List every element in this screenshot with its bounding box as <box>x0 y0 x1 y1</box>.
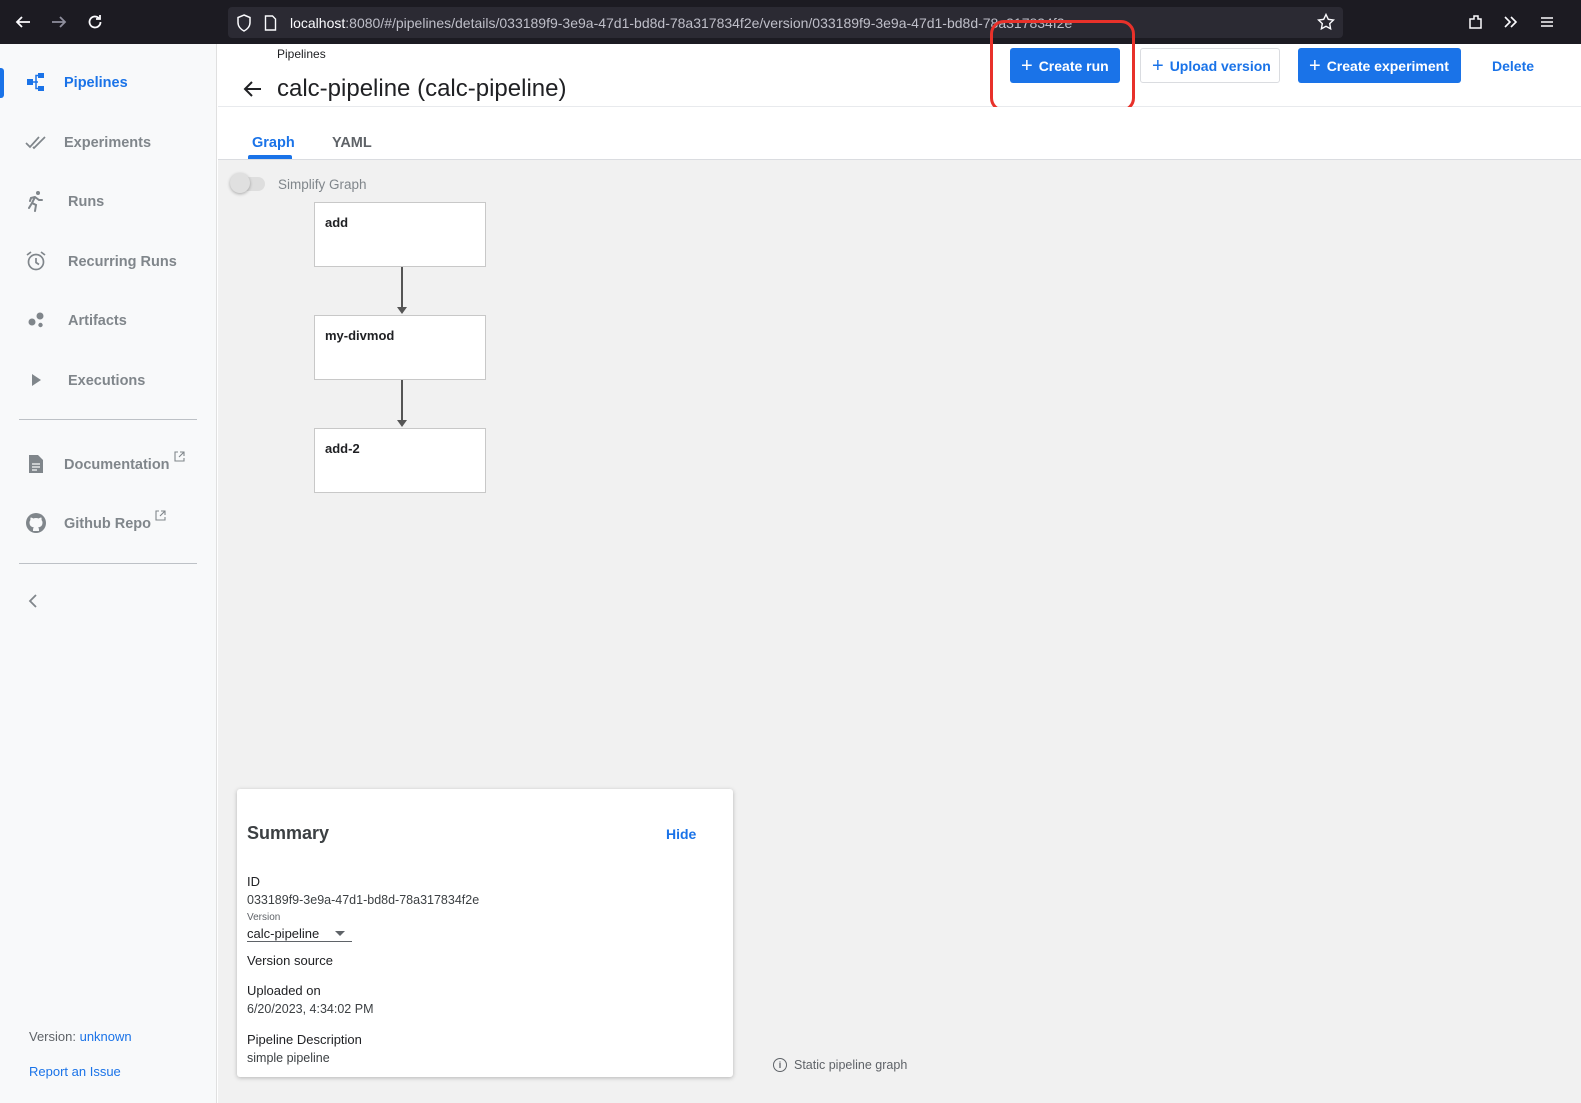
artifacts-icon <box>24 308 48 332</box>
sidebar: Pipelines Experiments Runs Recurring Run… <box>0 44 217 1103</box>
description-value: simple pipeline <box>247 1051 330 1065</box>
pipelines-icon <box>24 70 48 94</box>
back-icon[interactable] <box>11 10 35 34</box>
graph-edge <box>401 267 403 309</box>
summary-card: Summary Hide ID 033189f9-3e9a-47d1-bd8d-… <box>237 789 733 1077</box>
url-text: localhost:8080/#/pipelines/details/03318… <box>290 15 1073 31</box>
sidebar-divider <box>19 419 197 420</box>
overflow-chevrons-icon[interactable] <box>1499 10 1523 34</box>
plus-icon: + <box>1152 54 1164 77</box>
experiments-icon <box>24 130 48 154</box>
sidebar-divider <box>19 563 197 564</box>
simplify-graph-label: Simplify Graph <box>278 177 367 192</box>
graph-node-add-2[interactable]: add-2 <box>314 428 486 493</box>
breadcrumb[interactable]: Pipelines <box>277 47 326 61</box>
version-source-label: Version source <box>247 953 333 968</box>
sidebar-item-runs[interactable]: Runs <box>0 179 216 223</box>
plus-icon: + <box>1309 54 1321 77</box>
create-experiment-button[interactable]: + Create experiment <box>1298 48 1461 83</box>
graph-node-my-divmod[interactable]: my-divmod <box>314 315 486 380</box>
toggle-thumb[interactable] <box>230 173 250 193</box>
sidebar-item-label: Documentation <box>64 457 170 473</box>
back-arrow-icon[interactable] <box>242 78 264 100</box>
dropdown-caret-icon <box>335 931 345 936</box>
active-tab-indicator <box>248 155 292 159</box>
edge-arrow-icon <box>397 420 407 427</box>
graph-edge <box>401 380 403 422</box>
reload-icon[interactable] <box>83 10 107 34</box>
external-link-icon <box>174 451 185 465</box>
id-value: 033189f9-3e9a-47d1-bd8d-78a317834f2e <box>247 893 480 907</box>
url-bar[interactable]: localhost:8080/#/pipelines/details/03318… <box>228 7 1343 38</box>
sidebar-item-label: Github Repo <box>64 516 151 532</box>
sidebar-item-label: Artifacts <box>68 313 127 329</box>
play-icon <box>24 368 48 392</box>
sidebar-link-documentation[interactable]: Documentation <box>0 442 216 486</box>
hide-summary-button[interactable]: Hide <box>666 826 696 842</box>
bookmark-star-icon[interactable] <box>1316 12 1336 36</box>
version-select[interactable]: calc-pipeline <box>247 926 352 942</box>
menu-icon[interactable] <box>1535 10 1559 34</box>
delete-button[interactable]: Delete <box>1482 48 1546 83</box>
report-issue-link[interactable]: Report an Issue <box>29 1064 121 1079</box>
github-icon <box>24 511 48 535</box>
info-icon: i <box>773 1058 787 1072</box>
browser-toolbar: localhost:8080/#/pipelines/details/03318… <box>0 0 1581 44</box>
sidebar-item-recurring-runs[interactable]: Recurring Runs <box>0 239 216 283</box>
runs-icon <box>24 189 48 213</box>
tab-graph[interactable]: Graph <box>252 135 295 151</box>
sidebar-item-executions[interactable]: Executions <box>0 358 216 402</box>
document-icon <box>24 452 48 476</box>
description-label: Pipeline Description <box>247 1032 362 1047</box>
page-title: calc-pipeline (calc-pipeline) <box>277 75 567 102</box>
sidebar-item-label: Runs <box>68 194 105 210</box>
uploaded-on-label: Uploaded on <box>247 983 321 998</box>
summary-title: Summary <box>247 823 330 843</box>
tab-yaml[interactable]: YAML <box>332 135 372 151</box>
sidebar-item-label: Experiments <box>64 135 152 151</box>
version-select-label: Version <box>247 912 281 923</box>
sidebar-item-label: Recurring Runs <box>68 254 177 270</box>
version-info: Version: unknown <box>29 1029 132 1044</box>
static-graph-note: i Static pipeline graph <box>773 1058 907 1072</box>
forward-icon[interactable] <box>47 10 71 34</box>
sidebar-item-label: Pipelines <box>64 75 128 91</box>
alarm-clock-icon <box>24 249 48 273</box>
sidebar-item-pipelines[interactable]: Pipelines <box>0 60 216 104</box>
external-link-icon <box>155 510 166 524</box>
sidebar-item-experiments[interactable]: Experiments <box>0 120 216 164</box>
shield-icon <box>236 14 252 37</box>
extensions-icon[interactable] <box>1464 10 1488 34</box>
edge-arrow-icon <box>397 307 407 314</box>
id-label: ID <box>247 874 260 889</box>
collapse-chevron-icon[interactable] <box>25 592 41 615</box>
upload-version-button[interactable]: + Upload version <box>1140 48 1280 83</box>
version-link[interactable]: unknown <box>80 1029 132 1044</box>
highlight-box <box>990 20 1135 112</box>
sidebar-link-github-repo[interactable]: Github Repo <box>0 501 216 545</box>
sidebar-item-label: Executions <box>68 373 146 389</box>
tab-bar: Graph YAML <box>218 107 1581 160</box>
graph-node-add[interactable]: add <box>314 202 486 267</box>
uploaded-on-value: 6/20/2023, 4:34:02 PM <box>247 1002 374 1016</box>
page-icon <box>264 15 277 36</box>
sidebar-item-artifacts[interactable]: Artifacts <box>0 298 216 342</box>
